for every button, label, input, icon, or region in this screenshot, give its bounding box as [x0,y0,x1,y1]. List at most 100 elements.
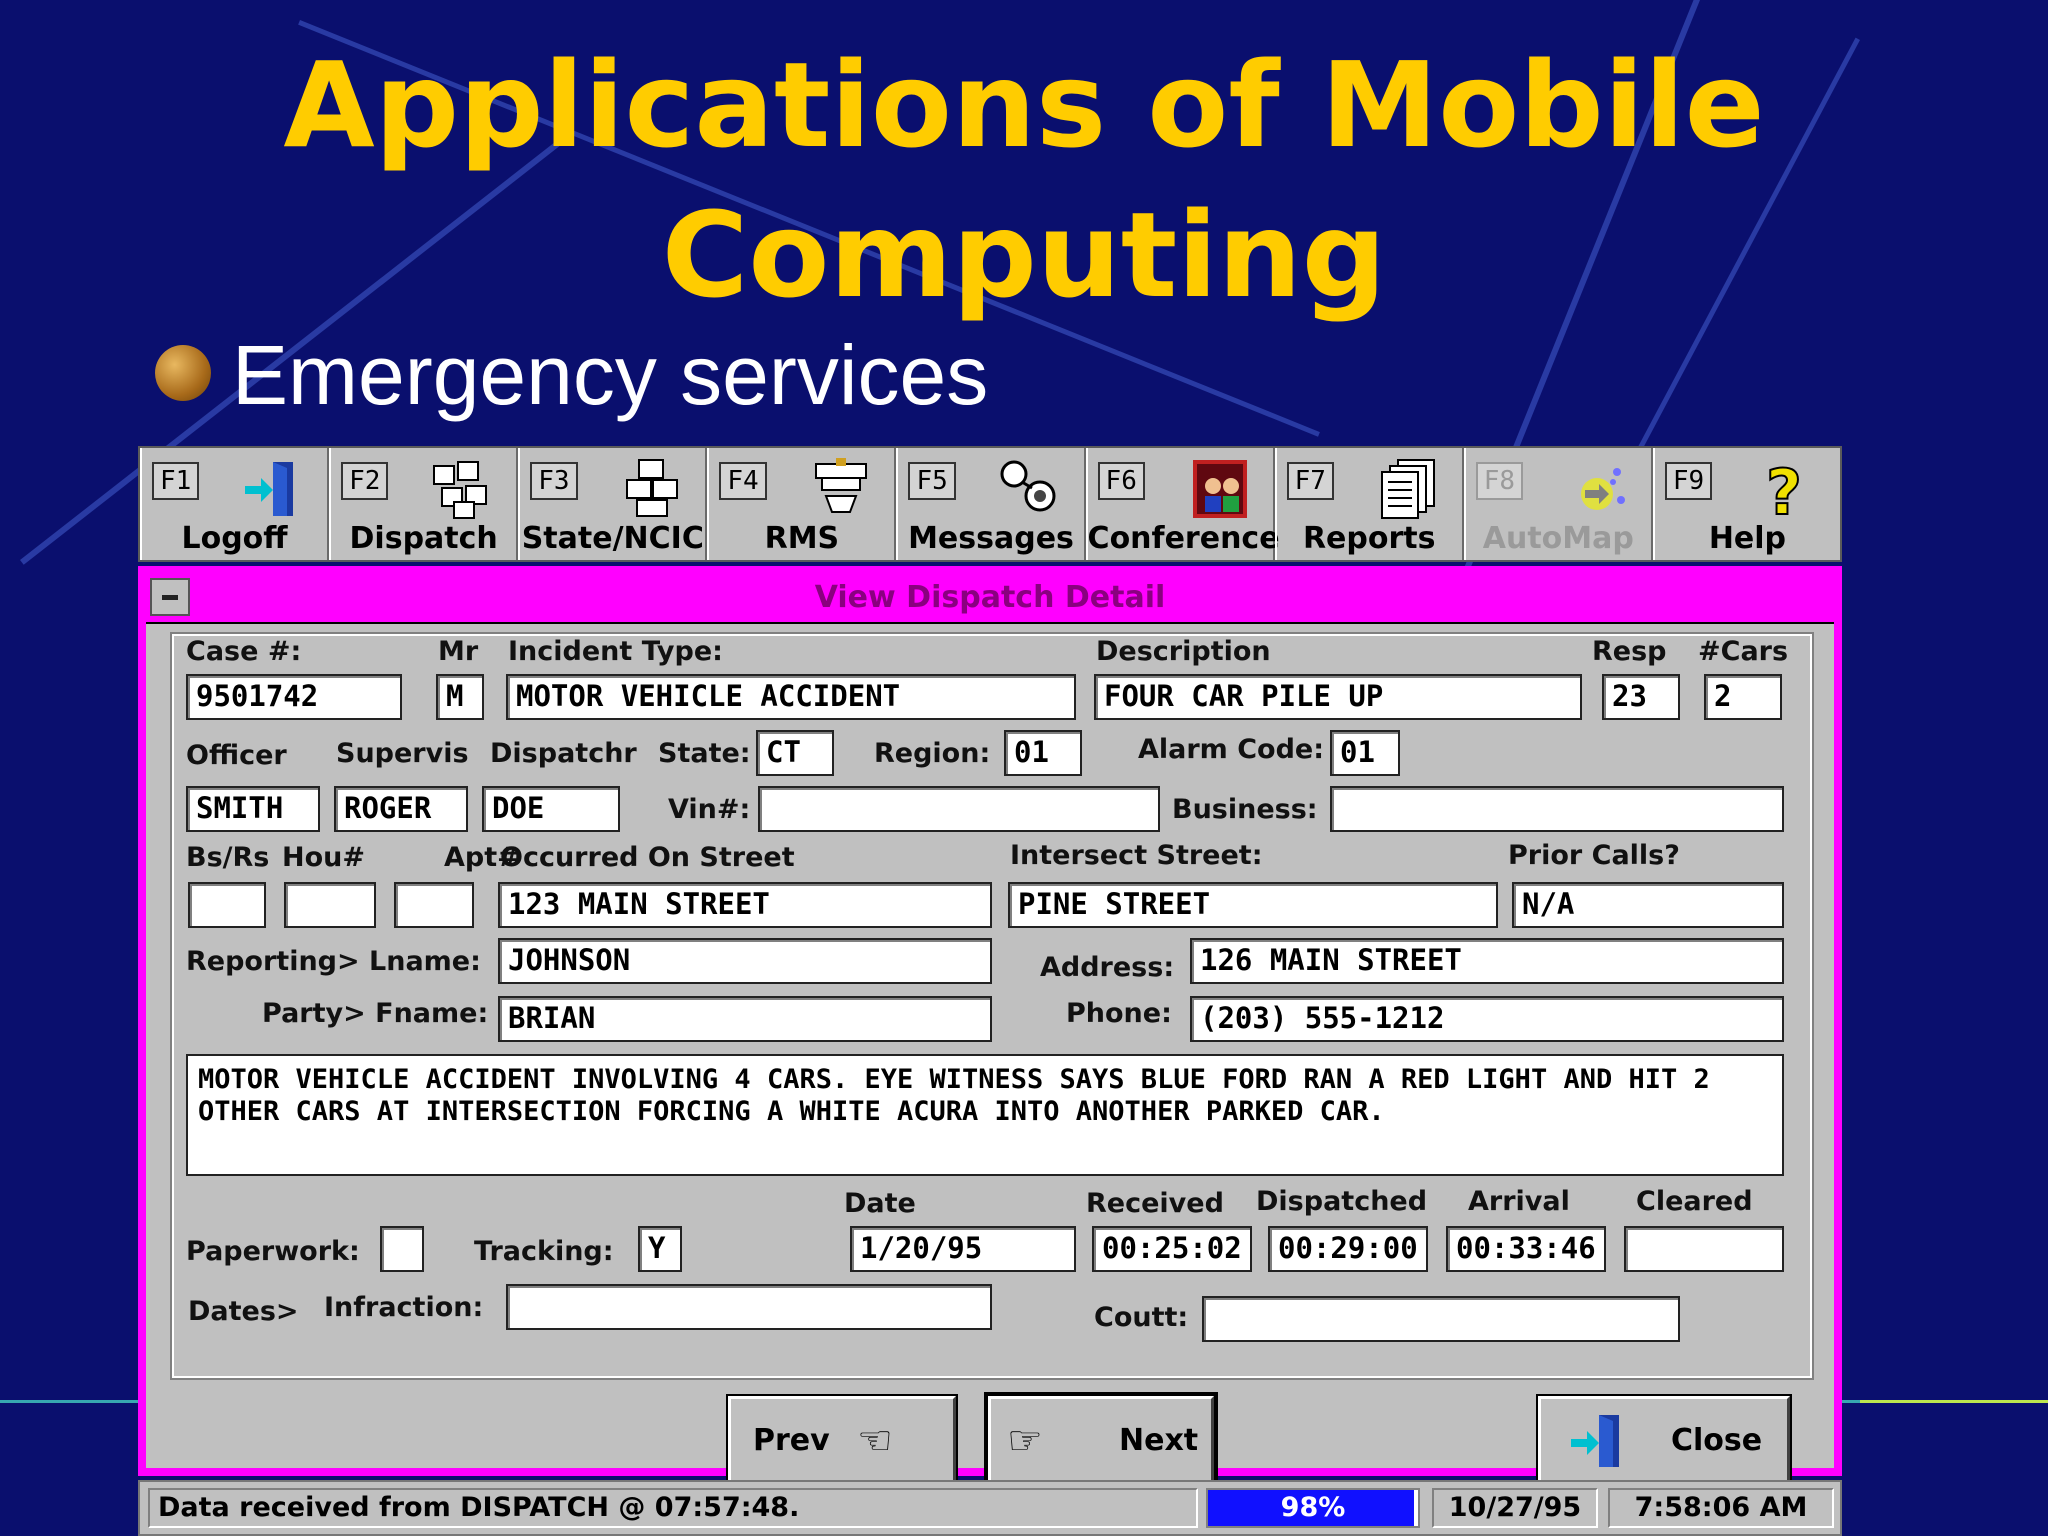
dispatch-form: Case #: Mr Incident Type: Description Re… [170,632,1814,1380]
slide-title-line2: Computing [661,186,1387,324]
intersect-street-label: Intersect Street: [1010,840,1263,871]
bsrs-label: Bs/Rs [186,842,270,873]
toolbar-button-help[interactable]: F9 ? Help [1652,448,1840,560]
dispatched-time-field[interactable]: 00:29:00 [1268,1226,1428,1272]
next-button[interactable]: ☞ Next [984,1392,1218,1488]
progress-bar: 98% [1206,1488,1420,1528]
toolbar-label: RMS [764,521,840,556]
toolbar-label: Logoff [181,521,288,556]
vin-field[interactable] [758,786,1160,832]
function-key: F5 [908,462,956,500]
resp-label: Resp [1592,636,1667,667]
automap-icon [1580,468,1625,510]
function-key: F2 [341,462,389,500]
dispatcher-field[interactable]: DOE [482,786,620,832]
dispatch-detail-window: View Dispatch Detail Case #: Mr Incident… [138,566,1842,1488]
status-bar: Data received from DISPATCH @ 07:57:48. … [138,1480,1842,1536]
toolbar-button-conference[interactable]: F6 Conference [1085,448,1280,560]
dispatch-application: F1 Logoff F2 Dispatch F3 State/NCIC F4 R… [138,446,1842,1536]
description-field[interactable]: FOUR CAR PILE UP [1094,674,1582,720]
dispatch-boxes-icon [433,461,488,519]
computer-stack-icon [626,459,679,517]
bsrs-field[interactable] [188,882,266,928]
slide-title: Applications of Mobile Computing [0,30,2048,330]
supervis-label: Supervis [336,738,469,769]
case-number-field[interactable]: 9501742 [186,674,402,720]
toolbar-button-dispatch[interactable]: F2 Dispatch [329,448,519,560]
navigation-button-bar: Prev ☜ ☞ Next Close [146,1392,1834,1488]
cars-field[interactable]: 2 [1704,674,1782,720]
window-title: View Dispatch Detail [814,580,1166,615]
apt-field[interactable] [394,882,474,928]
close-button[interactable]: Close [1536,1394,1792,1486]
narrative-textarea[interactable]: MOTOR VEHICLE ACCIDENT INVOLVING 4 CARS.… [186,1054,1784,1176]
hand-pointing-left-icon: ☜ [857,1419,893,1463]
function-key: F1 [152,462,200,500]
cleared-label: Cleared [1636,1186,1753,1217]
alarm-code-field[interactable]: 01 [1330,730,1400,776]
prev-button[interactable]: Prev ☜ [726,1394,958,1486]
toolbar-label: AutoMap [1482,521,1634,556]
toolbar-label: Conference [1087,521,1280,556]
toolbar-label: Messages [908,521,1074,556]
mr-field[interactable]: M [436,674,484,720]
supervisor-field[interactable]: ROGER [334,786,468,832]
cleared-time-field[interactable] [1624,1226,1784,1272]
records-icon [815,458,868,513]
incident-type-field[interactable]: MOTOR VEHICLE ACCIDENT [506,674,1076,720]
function-key: F4 [719,462,767,500]
toolbar-button-automap[interactable]: F8 AutoMap [1463,448,1653,560]
received-time-field[interactable]: 00:25:02 [1092,1226,1252,1272]
date-field[interactable]: 1/20/95 [850,1226,1076,1272]
state-label: State: [658,738,751,769]
bullet-text: Emergency services [232,328,989,422]
toolbar-button-state-ncic[interactable]: F3 State/NCIC [518,448,708,560]
officer-field[interactable]: SMITH [186,786,320,832]
toolbar-label: State/NCIC [521,521,704,556]
status-message: Data received from DISPATCH @ 07:57:48. [148,1488,1198,1528]
next-label: Next [1119,1423,1199,1458]
toolbar-label: Help [1708,521,1787,556]
address-field[interactable]: 126 MAIN STREET [1190,938,1784,984]
dispatched-label: Dispatched [1256,1186,1428,1217]
prior-calls-field[interactable]: N/A [1512,882,1784,928]
arrival-label: Arrival [1468,1186,1570,1217]
dispatchr-label: Dispatchr [490,738,637,769]
incident-type-label: Incident Type: [508,636,723,667]
first-name-field[interactable]: BRIAN [498,996,992,1042]
resp-field[interactable]: 23 [1602,674,1680,720]
house-number-label: Hou# [282,842,365,873]
progress-label: 98% [1280,1492,1346,1523]
svg-text:?: ? [1766,456,1802,522]
infraction-field[interactable] [506,1284,992,1330]
region-label: Region: [874,738,991,769]
function-key: F6 [1097,462,1145,500]
region-field[interactable]: 01 [1004,730,1082,776]
date-label: Date [844,1188,916,1219]
phone-field[interactable]: (203) 555-1212 [1190,996,1784,1042]
status-time: 7:58:06 AM [1608,1488,1834,1528]
received-label: Received [1086,1188,1224,1219]
state-field[interactable]: CT [756,730,834,776]
help-question-icon: ? [1765,456,1803,522]
toolbar-button-logoff[interactable]: F1 Logoff [140,448,330,560]
address-label: Address: [1040,952,1175,983]
window-titlebar: View Dispatch Detail [146,574,1834,624]
intersect-street-field[interactable]: PINE STREET [1008,882,1498,928]
toolbar-button-messages[interactable]: F5 Messages [896,448,1086,560]
arrival-time-field[interactable]: 00:33:46 [1446,1226,1606,1272]
last-name-field[interactable]: JOHNSON [498,938,992,984]
court-field[interactable] [1202,1296,1680,1342]
toolbar-button-rms[interactable]: F4 RMS [707,448,897,560]
mr-label: Mr [438,636,479,667]
toolbar-button-reports[interactable]: F7 Reports [1274,448,1464,560]
function-key: F7 [1286,462,1334,500]
background-line [1860,1400,2048,1403]
tracking-field[interactable]: Y [638,1226,682,1272]
business-field[interactable] [1330,786,1784,832]
paperwork-field[interactable] [380,1226,424,1272]
tracking-label: Tracking: [474,1236,614,1267]
house-number-field[interactable] [284,882,376,928]
toolbar-label: Reports [1302,521,1436,556]
occurred-street-field[interactable]: 123 MAIN STREET [498,882,992,928]
